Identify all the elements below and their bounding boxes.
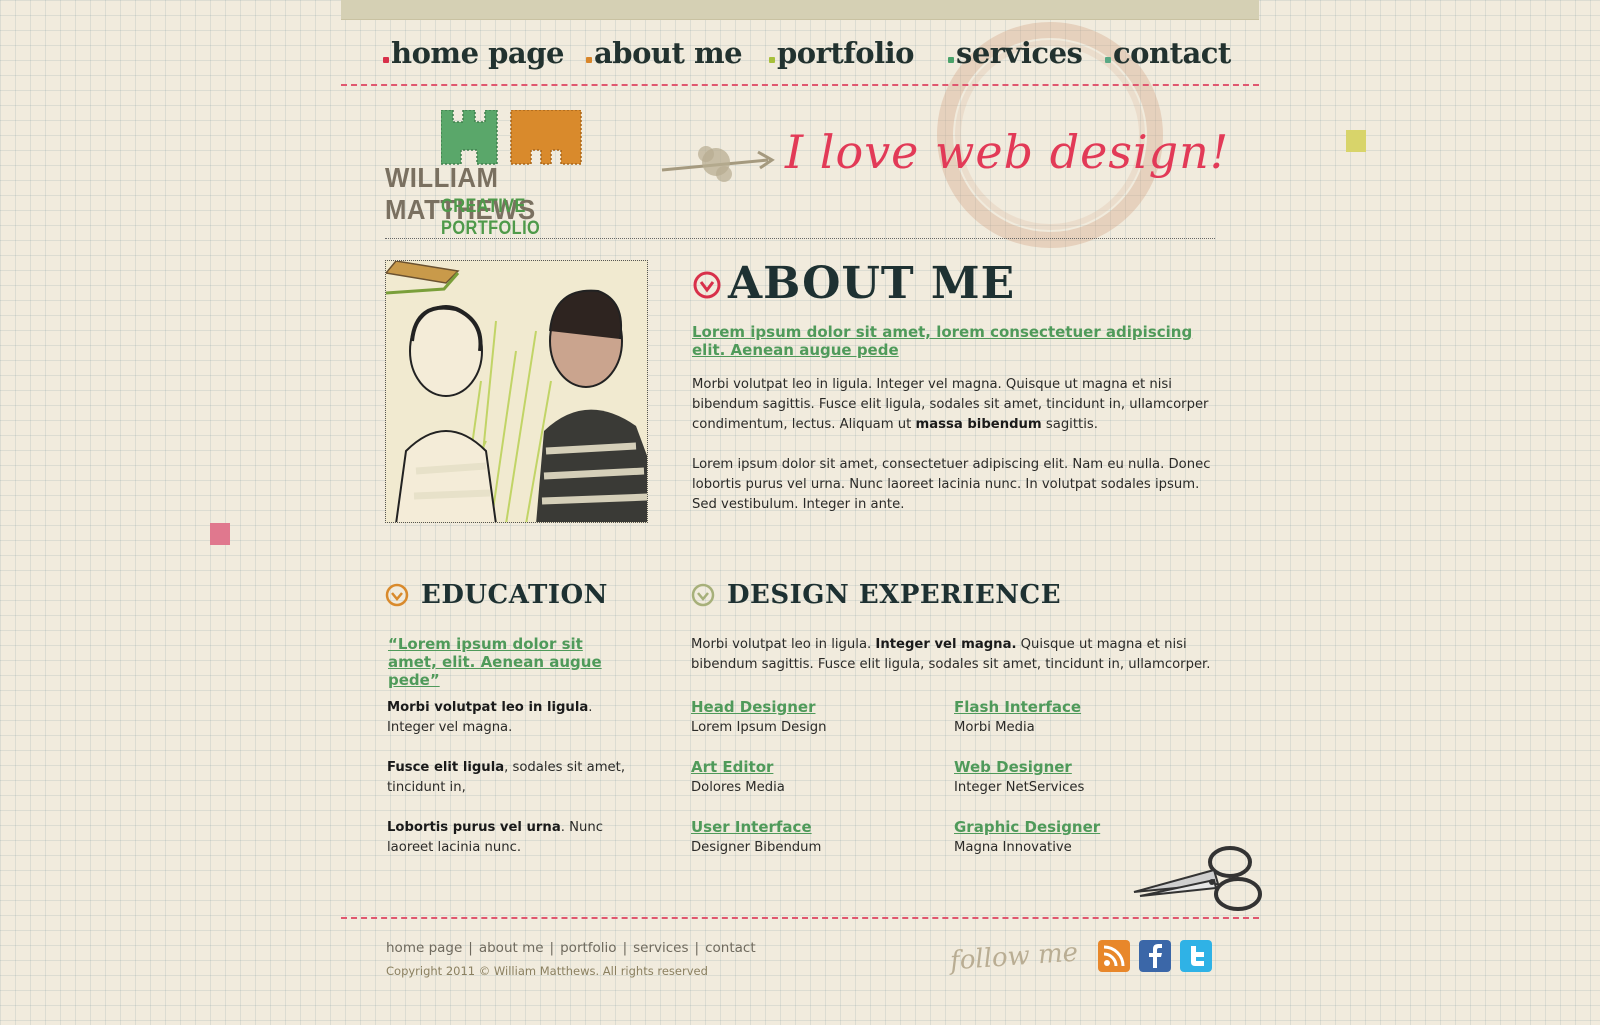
profile-illustration <box>385 260 648 523</box>
job-title[interactable]: User Interface <box>691 818 812 836</box>
job-company: Integer NetServices <box>954 780 1085 795</box>
nav-label: portfolio <box>777 36 915 70</box>
nav-about-me[interactable]: about me <box>586 36 743 70</box>
job-title[interactable]: Web Designer <box>954 758 1072 776</box>
education-quote-link[interactable]: “Lorem ipsum dolor sit amet, elit. Aenea… <box>388 635 628 689</box>
rss-icon[interactable] <box>1098 940 1130 972</box>
experience-text: Morbi volutpat leo in ligula. <box>691 637 876 652</box>
nav-bullet <box>383 57 389 63</box>
tagline: I love web design! <box>785 125 1230 179</box>
job-company: Morbi Media <box>954 720 1035 735</box>
nav-label: home page <box>391 36 564 70</box>
footer-separator: | <box>549 940 555 956</box>
nav-bullet <box>1105 57 1111 63</box>
profile-sketch-image <box>386 261 647 522</box>
job-title[interactable]: Flash Interface <box>954 698 1081 716</box>
logo[interactable]: WILLIAM MATTHEWS CREATIVE PORTFOLIO <box>385 108 640 239</box>
footer-link-about[interactable]: about me <box>479 940 544 956</box>
footer-separator: | <box>468 940 473 956</box>
education-item-bold: Morbi volutpat leo in ligula <box>387 700 589 715</box>
footer-nav: home page | about me | portfolio | services | co… <box>386 940 756 956</box>
footer-link-home[interactable]: home page <box>386 940 462 956</box>
header-divider <box>385 238 1215 239</box>
copyright: Copyright 2011 © William Matthews. All r… <box>386 964 708 978</box>
about-text: sagittis. <box>1041 417 1098 432</box>
job-company: Designer Bibendum <box>691 840 822 855</box>
nav-label: contact <box>1113 36 1231 70</box>
education-item-bold: Lobortis purus vel urna <box>387 820 561 835</box>
about-paragraph-1: Morbi volutpat leo in ligula. Integer ve… <box>692 375 1217 435</box>
education-heading: EDUCATION <box>421 580 608 610</box>
about-lead-link[interactable]: Lorem ipsum dolor sit amet, lorem consec… <box>692 323 1212 359</box>
about-heading: ABOUT ME <box>728 258 1016 309</box>
job-company: Magna Innovative <box>954 840 1072 855</box>
job-title[interactable]: Art Editor <box>691 758 773 776</box>
nav-label: services <box>956 36 1083 70</box>
about-bold-text: massa bibendum <box>915 417 1042 432</box>
education-icon <box>385 583 409 607</box>
flower-arrow-icon <box>661 146 775 182</box>
footer-link-services[interactable]: services <box>633 940 688 956</box>
logo-subtitle: CREATIVE PORTFOLIO <box>441 196 541 239</box>
footer-separator: | <box>622 940 628 956</box>
job-company: Lorem Ipsum Design <box>691 720 827 735</box>
twitter-icon[interactable] <box>1180 940 1212 972</box>
scissors-icon <box>1133 846 1262 911</box>
nav-bullet <box>586 57 592 63</box>
education-item-bold: Fusce elit ligula <box>387 760 505 775</box>
nav-portfolio[interactable]: portfolio <box>769 36 915 70</box>
footer-divider <box>341 917 1259 919</box>
footer-separator: | <box>694 940 700 956</box>
about-heart-icon <box>693 271 721 299</box>
yellow-square-decoration <box>1346 130 1366 152</box>
education-item: Morbi volutpat leo in ligula. Integer ve… <box>387 698 627 738</box>
footer-link-contact[interactable]: contact <box>705 940 756 956</box>
education-item: Fusce elit ligula, sodales sit amet, tin… <box>387 758 627 798</box>
nav-home-page[interactable]: home page <box>383 36 564 70</box>
main-nav: home page about me portfolio services co… <box>341 30 1259 86</box>
nav-bullet <box>948 57 954 63</box>
pink-square-decoration <box>210 523 230 545</box>
experience-bold-text: Integer vel magna. <box>875 637 1017 652</box>
job-title[interactable]: Graphic Designer <box>954 818 1100 836</box>
nav-services[interactable]: services <box>948 36 1083 70</box>
experience-intro: Morbi volutpat leo in ligula. Integer ve… <box>691 635 1211 675</box>
logo-mark-icon <box>441 110 582 165</box>
nav-contact[interactable]: contact <box>1105 36 1231 70</box>
nav-bullet <box>769 57 775 63</box>
top-bar <box>341 0 1259 20</box>
education-item: Lobortis purus vel urna. Nunc laoreet la… <box>387 818 627 858</box>
facebook-icon[interactable] <box>1139 940 1171 972</box>
job-title[interactable]: Head Designer <box>691 698 816 716</box>
follow-me-label: follow me <box>949 937 1080 977</box>
about-paragraph-2: Lorem ipsum dolor sit amet, consectetuer… <box>692 457 1211 512</box>
experience-heading: DESIGN EXPERIENCE <box>727 580 1062 610</box>
footer-link-portfolio[interactable]: portfolio <box>560 940 616 956</box>
job-company: Dolores Media <box>691 780 785 795</box>
experience-icon <box>691 583 715 607</box>
nav-label: about me <box>594 36 743 70</box>
